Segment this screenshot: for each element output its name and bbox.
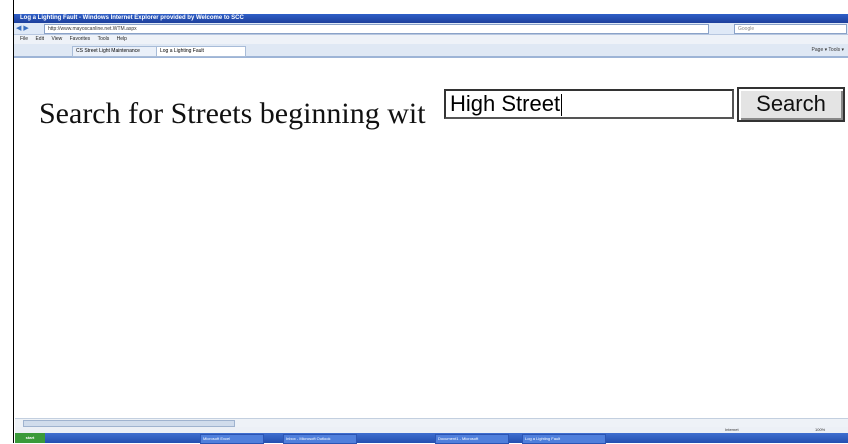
start-button[interactable]: start xyxy=(15,433,45,443)
scroll-thumb[interactable] xyxy=(23,420,235,427)
search-prompt-label: Search for Streets beginning wit xyxy=(39,97,426,130)
search-button[interactable]: Search xyxy=(737,87,845,122)
address-bar: ◀ ▶ http://www.mayoscanline.net.WTM.aspx… xyxy=(14,23,848,35)
url-field[interactable]: http://www.mayoscanline.net.WTM.aspx xyxy=(44,24,709,34)
title-bar: Log a Lighting Fault - Windows Internet … xyxy=(14,14,848,23)
menu-bar: File Edit View Favorites Tools Help xyxy=(14,35,848,44)
menu-view[interactable]: View xyxy=(51,36,62,42)
tab-log-fault[interactable]: Log a Lighting Fault xyxy=(156,46,246,57)
menu-tools[interactable]: Tools xyxy=(98,36,110,42)
menu-edit[interactable]: Edit xyxy=(35,36,44,42)
menu-file[interactable]: File xyxy=(20,36,28,42)
street-search-value: High Street xyxy=(450,91,561,116)
menu-favorites[interactable]: Favorites xyxy=(70,36,91,42)
horizontal-scrollbar[interactable] xyxy=(15,418,848,427)
text-caret xyxy=(561,94,563,117)
left-border xyxy=(0,0,14,443)
tab-street-light[interactable]: CS Street Light Maintenance xyxy=(72,46,157,57)
search-box[interactable]: Google xyxy=(734,24,847,34)
browser-window: Log a Lighting Fault - Windows Internet … xyxy=(0,0,848,444)
menu-help[interactable]: Help xyxy=(117,36,127,42)
street-search-input[interactable]: High Street xyxy=(444,89,734,119)
window-title: Log a Lighting Fault - Windows Internet … xyxy=(20,15,244,21)
back-forward-icon[interactable]: ◀ ▶ xyxy=(16,24,42,33)
command-bar[interactable]: Page ▾ Tools ▾ xyxy=(812,46,844,55)
page-content: Search for Streets beginning wit High St… xyxy=(15,58,848,418)
taskbar: start Microsoft Excel Inbox - Microsoft … xyxy=(15,433,848,444)
tab-bar: CS Street Light Maintenance Log a Lighti… xyxy=(14,44,848,58)
